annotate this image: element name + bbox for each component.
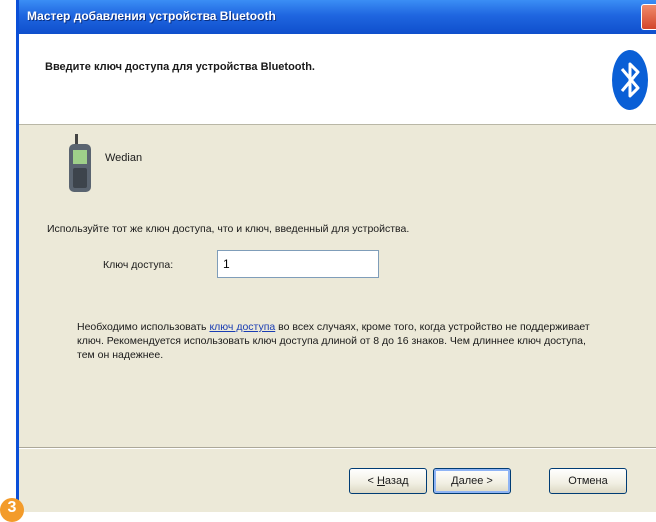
passkey-input[interactable] xyxy=(217,250,379,278)
title-bar[interactable]: Мастер добавления устройства Bluetooth xyxy=(19,0,656,34)
instruction-text: Используйте тот же ключ доступа, что и к… xyxy=(47,223,410,235)
next-suffix: > xyxy=(483,475,493,487)
window-title: Мастер добавления устройства Bluetooth xyxy=(27,9,276,23)
wizard-window: Мастер добавления устройства Bluetooth В… xyxy=(16,0,656,512)
device-name: Wedian xyxy=(105,152,143,164)
step-number-badge: 3 xyxy=(0,498,24,522)
passkey-help-link[interactable]: ключ доступа xyxy=(209,321,275,333)
passkey-note: Необходимо использовать ключ доступа во … xyxy=(77,320,597,362)
mobile-phone-icon xyxy=(69,134,91,192)
divider xyxy=(19,447,656,449)
header-title: Введите ключ доступа для устройства Blue… xyxy=(45,61,315,73)
back-button[interactable]: < Назад xyxy=(349,468,427,494)
back-mnemonic: Н xyxy=(376,475,385,487)
next-button[interactable]: Далее > xyxy=(433,468,511,494)
cancel-button[interactable]: Отмена xyxy=(549,468,627,494)
next-mnemonic: Д xyxy=(451,475,459,487)
bluetooth-icon xyxy=(612,50,648,110)
wizard-header: Введите ключ доступа для устройства Blue… xyxy=(19,34,656,125)
back-label-rest: азад xyxy=(384,475,409,487)
next-label-rest: алее xyxy=(458,475,484,487)
back-prefix: < xyxy=(367,475,377,487)
passkey-label: Ключ доступа: xyxy=(103,259,174,271)
note-text-start: Необходимо использовать xyxy=(77,321,210,333)
close-button[interactable] xyxy=(641,4,656,30)
